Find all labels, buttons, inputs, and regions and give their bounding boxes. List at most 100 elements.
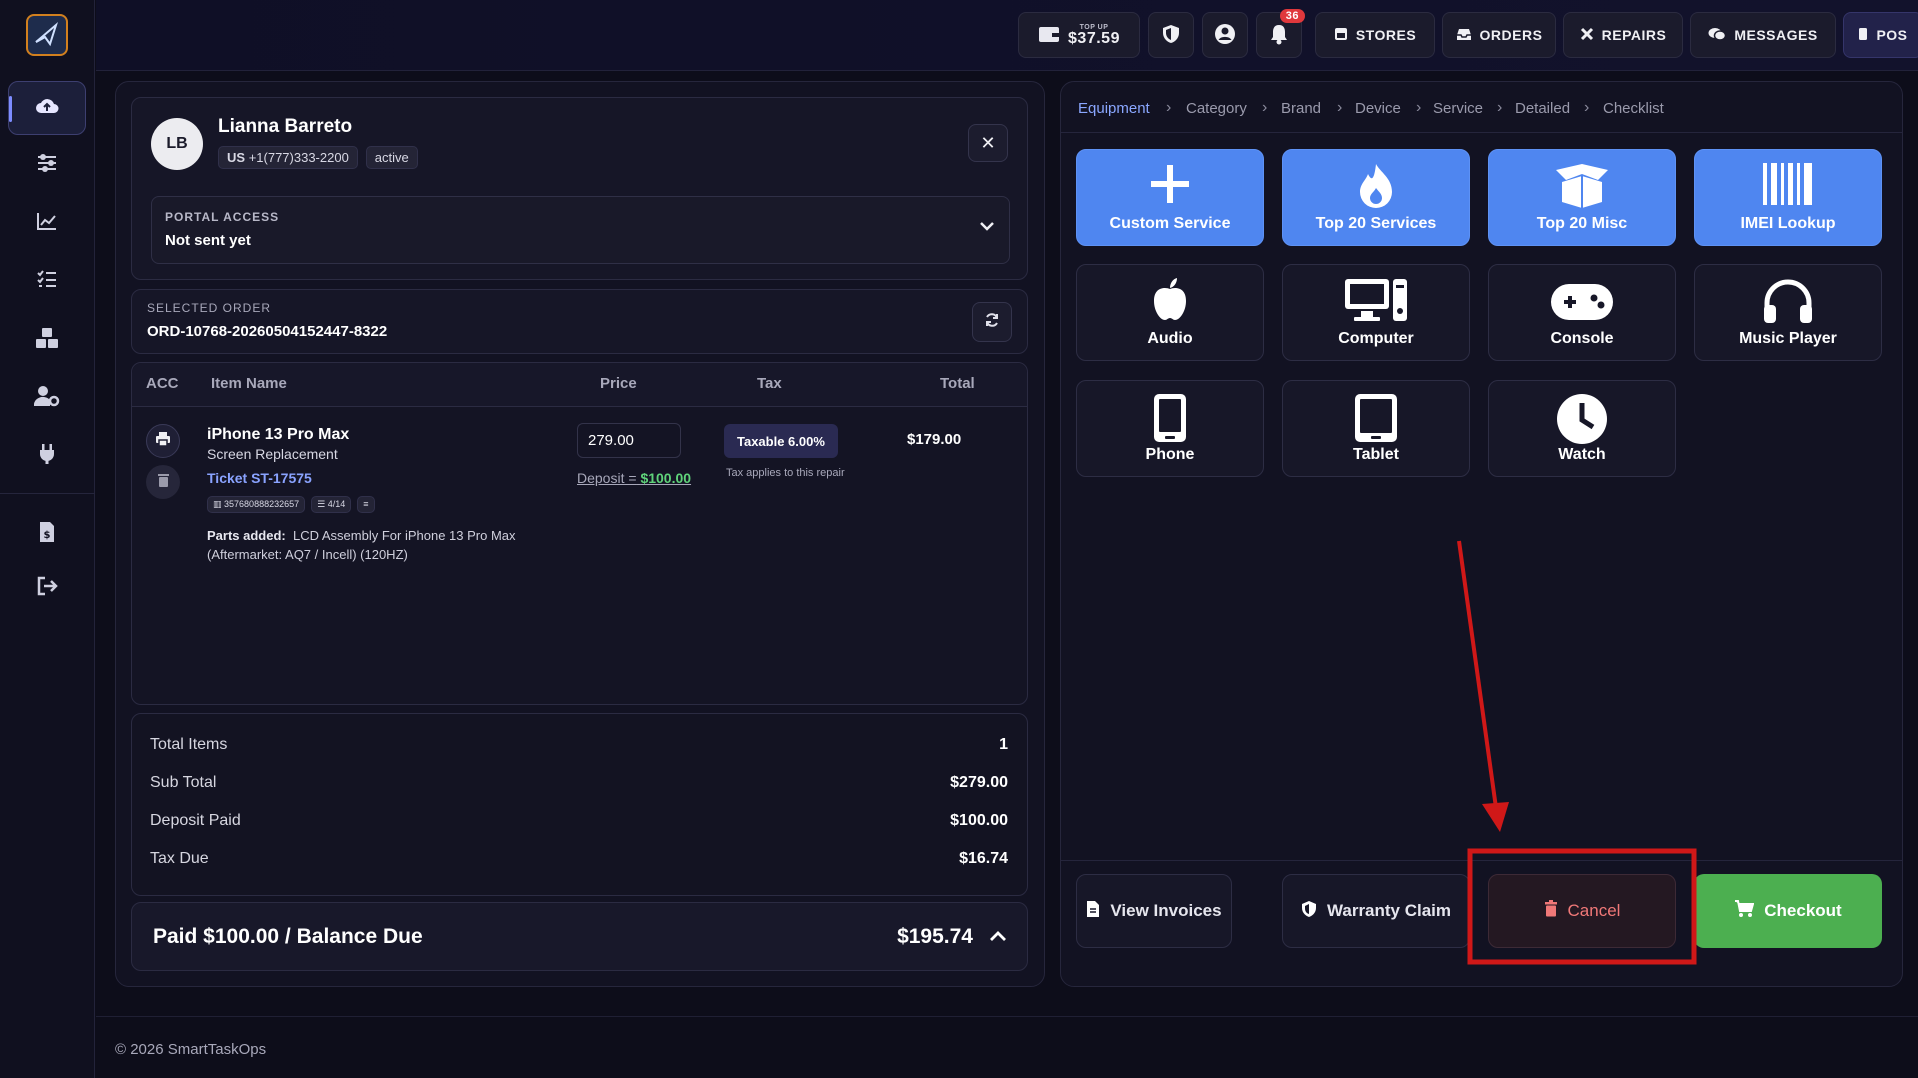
tile-music-player-label: Music Player [1739,330,1837,347]
nav-stores-button[interactable]: STORES [1315,12,1435,58]
nav-messages-button[interactable]: MESSAGES [1690,12,1836,58]
tile-tablet[interactable]: Tablet [1282,380,1470,477]
tile-music-player[interactable]: Music Player [1694,264,1882,361]
balance-value: $195.74 [897,925,973,948]
tile-phone[interactable]: Phone [1076,380,1264,477]
parts-added: Parts added: LCD Assembly For iPhone 13 … [207,527,537,565]
tile-top20-misc[interactable]: Top 20 Misc [1488,149,1676,246]
close-button[interactable]: ✕ [968,124,1008,162]
sidebar-item-billing[interactable]: $ [8,507,86,561]
checklist-value: 4/14 [327,499,346,509]
price-input[interactable] [577,423,681,458]
svg-text:$: $ [44,530,51,541]
sidebar-item-inventory[interactable] [8,313,86,367]
trash-icon [1544,900,1558,922]
tile-console-label: Console [1550,330,1614,347]
item-name: iPhone 13 Pro Max [207,426,350,443]
topup-button[interactable]: TOP UP $37.59 [1018,12,1140,58]
tile-imei-lookup[interactable]: IMEI Lookup [1694,149,1882,246]
checkout-button[interactable]: Checkout [1694,874,1882,948]
topup-amount: $37.59 [1068,29,1120,47]
col-price: Price [600,375,637,392]
nav-repairs-label: REPAIRS [1601,27,1667,43]
breadcrumb-equipment[interactable]: Equipment [1078,100,1150,117]
tile-watch[interactable]: Watch [1488,380,1676,477]
view-invoices-button[interactable]: View Invoices [1076,874,1232,948]
sidebar-item-settings[interactable] [8,138,86,192]
breadcrumb-device[interactable]: Device [1355,100,1401,117]
security-button[interactable] [1148,12,1194,58]
phone-chip[interactable]: US +1(777)333-2200 [218,146,358,169]
selected-order-label: SELECTED ORDER [147,301,272,315]
shield-icon [1162,24,1180,47]
sidebar-item-logout[interactable] [8,561,86,615]
sidebar-item-tasks[interactable] [8,254,86,308]
breadcrumb-brand[interactable]: Brand [1281,100,1321,117]
tile-console[interactable]: Console [1488,264,1676,361]
profile-button[interactable] [1202,12,1248,58]
actions-divider [1061,860,1902,861]
balance-bar[interactable]: Paid $100.00 / Balance Due $195.74 [131,902,1028,971]
sidebar-item-analytics[interactable] [8,196,86,250]
sidebar-divider [0,493,95,494]
chart-line-icon [36,211,58,236]
nav-repairs-button[interactable]: REPAIRS [1563,12,1683,58]
align-left-icon: ≡ [363,499,369,509]
tile-audio[interactable]: Audio [1076,264,1264,361]
breadcrumb-checklist[interactable]: Checklist [1603,100,1664,117]
chevron-right-icon: › [1166,99,1172,116]
nav-stores-label: STORES [1355,27,1417,43]
notes-chip[interactable]: ≡ [357,496,375,513]
breadcrumb-service[interactable]: Service [1433,100,1483,117]
imei-chip[interactable]: ▥ 357680888232657 [207,496,306,513]
customer-card: LB Lianna Barreto US +1(777)333-2200 act… [131,97,1028,280]
warranty-claim-button[interactable]: Warranty Claim [1282,874,1470,948]
checklist-chip[interactable]: ☰ 4/14 [311,496,352,513]
portal-access-dropdown[interactable]: PORTAL ACCESS Not sent yet [151,196,1010,264]
tile-top20-services-label: Top 20 Services [1315,215,1437,232]
deposit-line[interactable]: Deposit = $100.00 [577,470,691,486]
cancel-button[interactable]: Cancel [1488,874,1676,948]
summary-card [131,713,1028,896]
tile-top20-services[interactable]: Top 20 Services [1282,149,1470,246]
tools-icon [1580,27,1594,44]
tile-computer[interactable]: Computer [1282,264,1470,361]
sidebar-item-cloud[interactable] [8,81,86,135]
tile-custom-service[interactable]: Custom Service [1076,149,1264,246]
sidebar-item-integrations[interactable] [8,429,86,483]
nav-pos-button[interactable]: POS [1843,12,1918,58]
chevron-down-icon [979,219,995,237]
warranty-claim-label: Warranty Claim [1326,901,1452,920]
refresh-button[interactable] [972,302,1012,342]
comments-icon [1708,27,1727,44]
breadcrumb-divider [1061,132,1902,133]
ticket-link[interactable]: Ticket ST-17575 [207,470,312,486]
breadcrumb-category[interactable]: Category [1186,100,1247,117]
barcode-icon [1762,162,1814,211]
notifications-button[interactable]: 36 [1256,9,1305,58]
portal-access-value: Not sent yet [165,232,251,249]
breadcrumb-detailed[interactable]: Detailed [1515,100,1570,117]
desktop-icon [1344,277,1408,328]
cart-icon [1734,899,1755,923]
delete-item-button[interactable] [146,465,180,499]
invoice-icon: $ [38,521,56,548]
headphones-icon [1761,277,1815,328]
tile-top20-misc-label: Top 20 Misc [1536,215,1628,232]
app-logo[interactable] [26,14,68,56]
sign-out-icon [36,576,58,601]
view-invoices-label: View Invoices [1110,901,1222,920]
clock-icon [1556,393,1608,450]
tax-due-label: Tax Due [150,850,209,867]
plug-icon [37,443,57,470]
tax-chip[interactable]: Taxable 6.00% [724,424,838,458]
customer-name: Lianna Barreto [218,116,353,137]
tax-due-value: $16.74 [959,850,1008,867]
parts-line1: LCD Assembly For iPhone 13 Pro Max [292,528,516,543]
sidebar-item-users[interactable] [8,371,86,425]
nav-orders-button[interactable]: ORDERS [1442,12,1556,58]
print-button[interactable] [146,424,180,458]
plus-icon [1148,162,1192,211]
chevron-right-icon: › [1416,99,1422,116]
deposit-value: $100.00 [640,470,692,486]
